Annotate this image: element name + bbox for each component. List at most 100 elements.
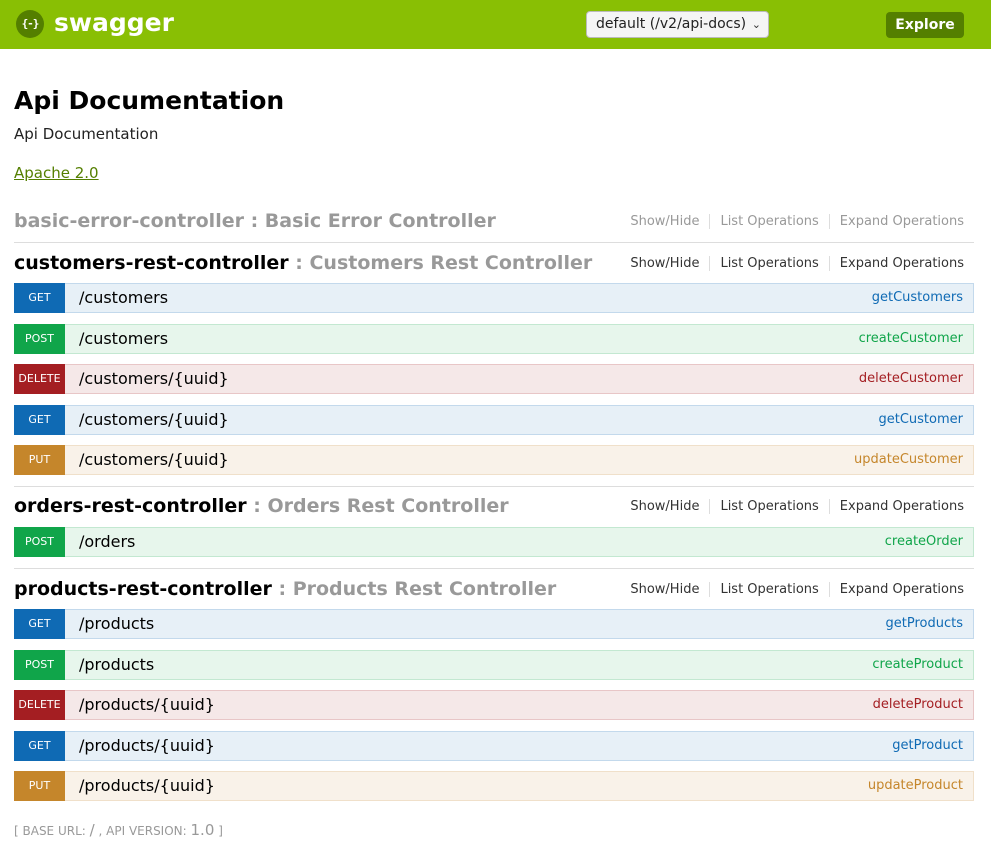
resource-options: Show/Hide List Operations Expand Operation… <box>620 256 964 272</box>
http-method-badge[interactable]: DELETE <box>14 690 65 720</box>
resource-description: Orders Rest Controller <box>267 495 509 517</box>
list-operations-link[interactable]: List Operations <box>710 256 830 271</box>
explore-button[interactable]: Explore <box>886 12 964 38</box>
footer-separator: , <box>94 824 107 838</box>
operation-path[interactable]: /products/{uuid} <box>79 691 215 719</box>
http-method-badge[interactable]: POST <box>14 324 65 354</box>
resource-title[interactable]: products-rest-controller : Products Rest… <box>14 574 556 604</box>
footer-close-bracket: ] <box>214 824 223 838</box>
resource-name: basic-error-controller <box>14 210 244 232</box>
operation-path[interactable]: /customers <box>79 325 168 353</box>
expand-operations-link[interactable]: Expand Operations <box>830 499 964 514</box>
base-url-label: BASE URL: <box>22 824 90 838</box>
resource-divider <box>14 486 974 487</box>
operation-nickname[interactable]: updateProduct <box>868 772 963 800</box>
operation-nickname[interactable]: getCustomers <box>872 284 963 312</box>
http-method-badge[interactable]: GET <box>14 283 65 313</box>
api-description: Api Documentation <box>14 125 159 143</box>
http-method-badge[interactable]: GET <box>14 731 65 761</box>
operation-path[interactable]: /customers/{uuid} <box>79 406 229 434</box>
http-method-badge[interactable]: DELETE <box>14 364 65 394</box>
resource-name: customers-rest-controller <box>14 252 289 274</box>
operation-nickname[interactable]: deleteProduct <box>873 691 963 719</box>
api-version-value: 1.0 <box>190 821 215 839</box>
resource-separator: : <box>246 495 268 517</box>
operation-path[interactable]: /orders <box>79 528 135 556</box>
resource-description: Products Rest Controller <box>292 578 557 600</box>
operation-nickname[interactable]: getCustomer <box>879 406 964 434</box>
operation-nickname[interactable]: createOrder <box>885 528 963 556</box>
operation-row[interactable]: GET /products getProducts <box>14 609 974 639</box>
api-footer: [ BASE URL: / , API VERSION: 1.0 ] <box>14 820 223 841</box>
operation-row[interactable]: POST /orders createOrder <box>14 527 974 557</box>
http-method-badge[interactable]: GET <box>14 405 65 435</box>
operation-row[interactable]: GET /customers getCustomers <box>14 283 974 313</box>
page-title: Api Documentation <box>14 86 285 115</box>
show-hide-link[interactable]: Show/Hide <box>620 499 711 514</box>
operation-path[interactable]: /customers/{uuid} <box>79 365 229 393</box>
operation-row[interactable]: POST /products createProduct <box>14 650 974 680</box>
resource-title[interactable]: basic-error-controller : Basic Error Con… <box>14 206 496 236</box>
list-operations-link[interactable]: List Operations <box>710 214 830 229</box>
resource-divider <box>14 242 974 243</box>
operation-nickname[interactable]: createCustomer <box>859 325 963 353</box>
resource-header-basic-error-controller: basic-error-controller : Basic Error Con… <box>14 206 974 236</box>
resource-header-orders-rest-controller: orders-rest-controller : Orders Rest Con… <box>14 491 974 521</box>
expand-operations-link[interactable]: Expand Operations <box>830 256 964 271</box>
expand-operations-link[interactable]: Expand Operations <box>830 582 964 597</box>
operation-nickname[interactable]: getProducts <box>886 610 963 638</box>
http-method-badge[interactable]: PUT <box>14 445 65 475</box>
swagger-logo-icon[interactable]: {-} <box>16 10 44 38</box>
operation-path[interactable]: /products/{uuid} <box>79 772 215 800</box>
operation-nickname[interactable]: getProduct <box>892 732 963 760</box>
operation-nickname[interactable]: updateCustomer <box>854 446 963 474</box>
resource-separator: : <box>243 210 265 232</box>
show-hide-link[interactable]: Show/Hide <box>620 256 711 271</box>
chevron-down-icon: ⌄ <box>751 18 761 31</box>
operation-row[interactable]: POST /customers createCustomer <box>14 324 974 354</box>
swagger-logo-text[interactable]: swagger <box>54 7 174 39</box>
list-operations-link[interactable]: List Operations <box>710 582 830 597</box>
resource-description: Customers Rest Controller <box>309 252 593 274</box>
footer-open-bracket: [ <box>14 824 23 838</box>
operation-nickname[interactable]: createProduct <box>872 651 963 679</box>
http-method-badge[interactable]: POST <box>14 527 65 557</box>
operation-path[interactable]: /products <box>79 651 154 679</box>
http-method-badge[interactable]: PUT <box>14 771 65 801</box>
resource-options: Show/Hide List Operations Expand Operation… <box>620 214 964 230</box>
resource-separator: : <box>288 252 310 274</box>
resource-header-customers-rest-controller: customers-rest-controller : Customers Re… <box>14 248 974 278</box>
show-hide-link[interactable]: Show/Hide <box>620 214 711 229</box>
api-version-label: API VERSION: <box>106 824 191 838</box>
api-spec-select-value: default (/v2/api-docs) <box>596 16 747 32</box>
resource-divider <box>14 568 974 569</box>
operation-path[interactable]: /products/{uuid} <box>79 732 215 760</box>
resource-separator: : <box>271 578 293 600</box>
resource-options: Show/Hide List Operations Expand Operation… <box>620 582 964 598</box>
resource-description: Basic Error Controller <box>264 210 496 232</box>
http-method-badge[interactable]: GET <box>14 609 65 639</box>
operation-row[interactable]: DELETE /products/{uuid} deleteProduct <box>14 690 974 720</box>
operation-path[interactable]: /customers/{uuid} <box>79 446 229 474</box>
api-spec-select[interactable]: default (/v2/api-docs) ⌄ <box>586 11 769 38</box>
operation-row[interactable]: GET /products/{uuid} getProduct <box>14 731 974 761</box>
expand-operations-link[interactable]: Expand Operations <box>830 214 964 229</box>
top-bar: {-} swagger default (/v2/api-docs) ⌄ Exp… <box>0 0 991 49</box>
operation-path[interactable]: /customers <box>79 284 168 312</box>
operation-nickname[interactable]: deleteCustomer <box>859 365 963 393</box>
license-link[interactable]: Apache 2.0 <box>14 163 99 183</box>
operation-row[interactable]: DELETE /customers/{uuid} deleteCustomer <box>14 364 974 394</box>
operation-row[interactable]: PUT /customers/{uuid} updateCustomer <box>14 445 974 475</box>
resource-title[interactable]: orders-rest-controller : Orders Rest Con… <box>14 491 509 521</box>
resource-header-products-rest-controller: products-rest-controller : Products Rest… <box>14 574 974 604</box>
operation-path[interactable]: /products <box>79 610 154 638</box>
operation-row[interactable]: PUT /products/{uuid} updateProduct <box>14 771 974 801</box>
operation-row[interactable]: GET /customers/{uuid} getCustomer <box>14 405 974 435</box>
http-method-badge[interactable]: POST <box>14 650 65 680</box>
show-hide-link[interactable]: Show/Hide <box>620 582 711 597</box>
resource-name: orders-rest-controller <box>14 495 247 517</box>
resource-title[interactable]: customers-rest-controller : Customers Re… <box>14 248 592 278</box>
resource-options: Show/Hide List Operations Expand Operation… <box>620 499 964 515</box>
resource-name: products-rest-controller <box>14 578 272 600</box>
list-operations-link[interactable]: List Operations <box>710 499 830 514</box>
